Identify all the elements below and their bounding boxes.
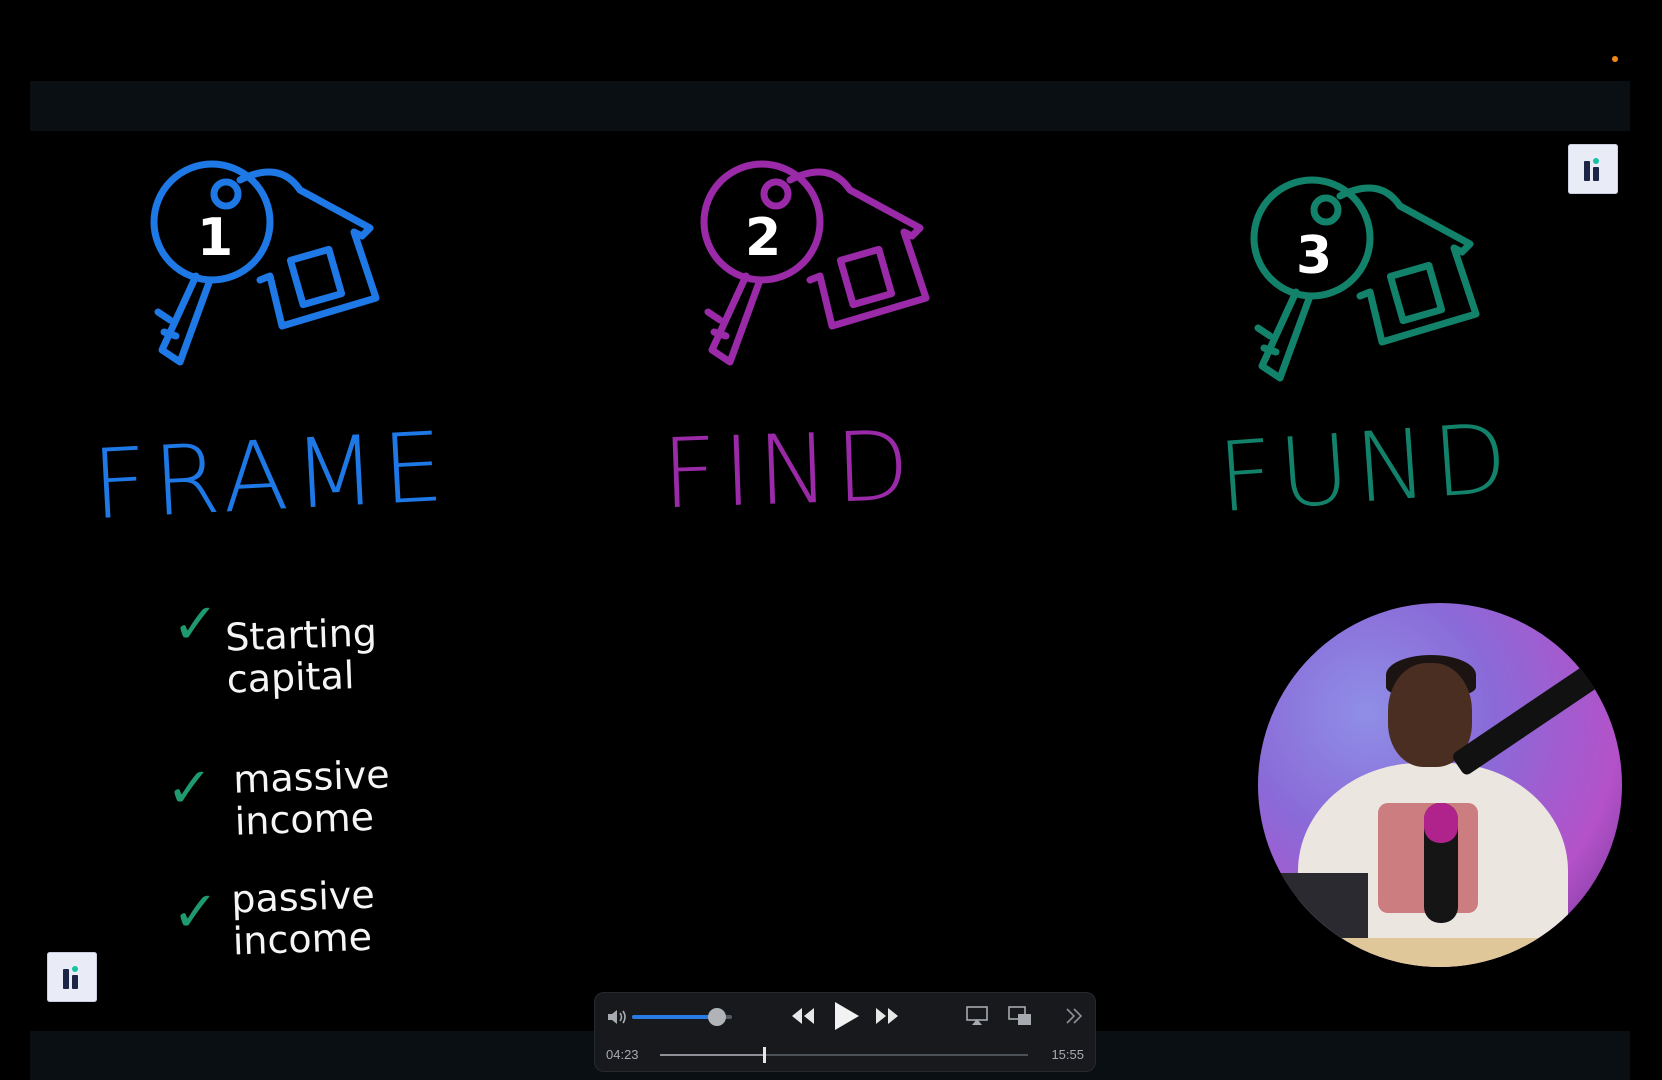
more-options-chevron-icon[interactable] bbox=[1064, 1006, 1084, 1026]
step-1-number: 1 bbox=[197, 208, 234, 268]
rewind-icon[interactable] bbox=[790, 1006, 816, 1026]
volume-fill bbox=[632, 1015, 717, 1019]
checklist-item-1-line1: Starting bbox=[224, 610, 378, 660]
checklist-item-2: massive income bbox=[232, 752, 392, 844]
volume-slider[interactable] bbox=[632, 1008, 732, 1026]
presenter-webcam-bubble bbox=[1258, 603, 1622, 967]
checklist-item-2-line2: income bbox=[234, 794, 375, 844]
checklist-item-1: Starting capital bbox=[224, 610, 379, 702]
step-1-title: FRAME bbox=[89, 410, 452, 542]
key-house-icon-1 bbox=[150, 160, 380, 366]
brand-logo-bottom-left bbox=[47, 952, 97, 1002]
fast-forward-icon[interactable] bbox=[874, 1006, 900, 1026]
checklist-item-2-line1: massive bbox=[232, 752, 391, 802]
checklist-item-1-line2: capital bbox=[226, 653, 356, 702]
step-3-number: 3 bbox=[1296, 226, 1333, 286]
playback-scrubber[interactable] bbox=[660, 1047, 1028, 1063]
step-2-number: 2 bbox=[745, 208, 782, 268]
play-icon[interactable] bbox=[831, 1000, 861, 1032]
checkmark-icon: ✓ bbox=[166, 756, 213, 821]
key-house-icon-3 bbox=[1250, 176, 1480, 382]
checkmark-icon: ✓ bbox=[172, 592, 219, 657]
video-player-controls: 04:23 15:55 bbox=[594, 992, 1096, 1072]
total-duration: 15:55 bbox=[1051, 1047, 1084, 1062]
checklist-item-3-line2: income bbox=[232, 914, 373, 964]
checklist-item-3: passive income bbox=[230, 872, 377, 964]
volume-knob[interactable] bbox=[708, 1008, 726, 1026]
recording-indicator-dot bbox=[1612, 56, 1618, 62]
volume-icon[interactable] bbox=[606, 1008, 628, 1026]
step-3-title: FUND bbox=[1214, 401, 1517, 535]
airplay-icon[interactable] bbox=[966, 1006, 988, 1026]
brand-logo-top-right bbox=[1568, 144, 1618, 194]
playback-playhead[interactable] bbox=[762, 1047, 766, 1063]
checkmark-icon: ✓ bbox=[172, 880, 219, 945]
playback-progress-fill bbox=[660, 1054, 764, 1056]
picture-in-picture-icon[interactable] bbox=[1008, 1006, 1032, 1026]
checklist-item-3-line1: passive bbox=[230, 872, 376, 922]
step-2-title: FIND bbox=[660, 409, 918, 531]
current-time: 04:23 bbox=[606, 1047, 639, 1062]
top-letterbox-bar bbox=[30, 81, 1630, 131]
key-house-icon-2 bbox=[700, 160, 930, 366]
